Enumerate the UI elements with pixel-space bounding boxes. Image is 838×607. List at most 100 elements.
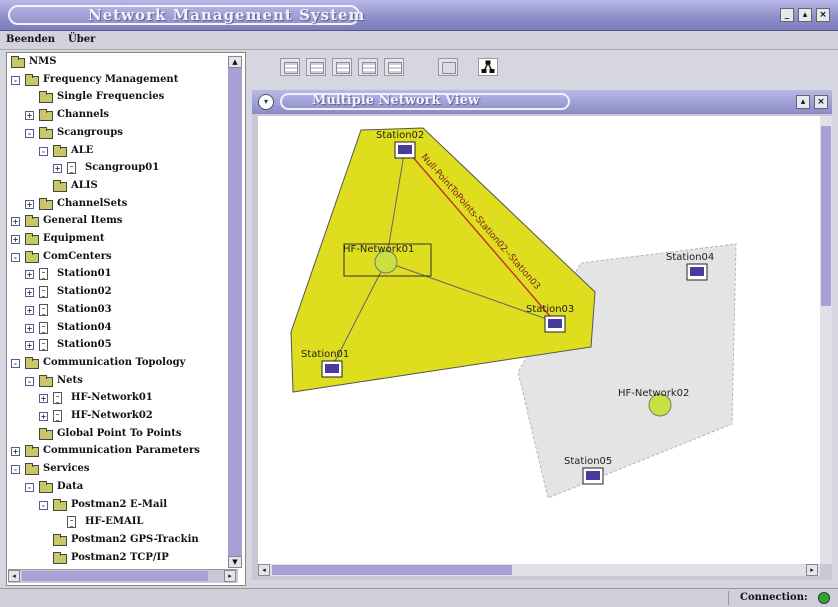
menu-beenden[interactable]: Beenden [6,34,55,45]
collapse-toggle-icon[interactable]: - [25,482,34,492]
canvas-scroll-right-button[interactable]: ▸ [806,564,818,576]
tree-item[interactable]: Postman2 GPS-Trackin [7,532,237,548]
tree-scroll-up-button[interactable]: ▲ [228,56,242,68]
canvas-vertical-scrollbar[interactable] [820,116,832,564]
tree-item-label: HF-EMAIL [85,516,144,528]
network-canvas[interactable]: Null-PointToPoints-Station02--Station03 … [258,116,820,564]
status-divider [728,591,729,605]
expand-toggle-icon[interactable]: + [25,270,34,280]
tree-item[interactable]: + Station05 [7,337,237,353]
tree-item[interactable]: + Station02 [7,284,237,300]
collapse-toggle-icon[interactable]: - [11,75,20,85]
canvas-hscroll-thumb[interactable] [272,565,512,575]
tree-item-label: Communication Topology [43,356,186,368]
tree-item[interactable]: Postman2 TCP/IP [7,550,237,566]
tree-item[interactable]: + Scangroup01 [7,160,237,176]
collapse-toggle-icon[interactable]: - [11,465,20,475]
tree-item[interactable]: + Station04 [7,320,237,336]
tree-item[interactable]: + Communication Parameters [7,443,237,459]
tree-item[interactable]: + Station03 [7,302,237,318]
tree-item-label: Postman2 GPS-Trackin [71,533,199,545]
canvas-scroll-left-button[interactable]: ◂ [258,564,270,576]
tree-item[interactable]: + Station01 [7,266,237,282]
folder-icon [39,197,53,210]
tree-hscroll-thumb[interactable] [22,571,208,581]
close-button[interactable]: × [816,8,830,22]
expand-toggle-icon[interactable]: + [11,447,20,457]
collapse-toggle-icon[interactable]: - [11,358,20,368]
tree-item[interactable]: - Frequency Management [7,72,237,88]
station03-label: Station03 [526,304,574,315]
tree-vertical-scrollbar[interactable] [228,56,242,568]
grid-view-4-button[interactable] [358,58,378,76]
tree-item[interactable]: - Scangroups [7,125,237,141]
folder-icon [25,250,39,263]
tree-item[interactable]: NMS [7,54,237,70]
canvas-vscroll-thumb[interactable] [821,126,831,306]
grid-view-3-button[interactable] [332,58,352,76]
expand-toggle-icon[interactable]: + [53,164,62,174]
table-icon [284,62,298,74]
tree-item[interactable]: + HF-Network02 [7,408,237,424]
expand-toggle-icon[interactable]: + [11,217,20,227]
expand-toggle-icon[interactable]: + [25,341,34,351]
tree-item[interactable]: + HF-Network01 [7,390,237,406]
network-view-button[interactable] [478,58,498,76]
tree-item[interactable]: + Equipment [7,231,237,247]
document-icon [39,268,48,281]
tree-item[interactable]: - Data [7,479,237,495]
tree-scroll-right-button[interactable]: ▸ [224,570,236,582]
tree-item-label: Station01 [57,268,112,280]
tree-item[interactable]: - Services [7,461,237,477]
expand-toggle-icon[interactable]: + [25,111,34,121]
tree-item[interactable]: - ALE [7,143,237,159]
collapse-toggle-icon[interactable]: - [39,146,48,156]
grid-view-5-button[interactable] [384,58,404,76]
cascade-windows-button[interactable] [438,58,458,76]
tree-item[interactable]: + General Items [7,213,237,229]
tree-horizontal-scrollbar[interactable]: ◂ ▸ [8,569,238,583]
inner-close-button[interactable]: × [814,95,828,109]
tree-item-label: Services [43,463,90,475]
hf-network01-label: HF-Network01 [343,244,414,255]
tree-item-label: Single Frequencies [57,91,165,103]
collapse-toggle-icon[interactable]: - [25,376,34,386]
window-title: Network Management System [88,6,366,24]
tree-item-label: Postman2 E-Mail [71,498,168,510]
expand-toggle-icon[interactable]: + [39,412,48,421]
grid-view-2-button[interactable] [306,58,326,76]
expand-toggle-icon[interactable]: + [11,235,20,244]
tree-item[interactable]: HF-EMAIL [7,514,237,530]
tree-item[interactable]: Single Frequencies [7,89,237,105]
collapse-toggle-icon[interactable]: - [11,252,20,262]
tree-item-label: Equipment [43,233,105,244]
tree-item[interactable]: - Postman2 E-Mail [7,497,237,513]
document-icon [39,286,48,299]
expand-toggle-icon[interactable]: + [39,394,48,404]
document-icon [67,516,76,529]
grid-view-1-button[interactable] [280,58,300,76]
tree-scroll-left-button[interactable]: ◂ [8,570,20,582]
tree-item[interactable]: - Communication Topology [7,355,237,371]
tree-item[interactable]: - ComCenters [7,249,237,265]
tree-item-label: Scangroup01 [85,162,160,174]
expand-toggle-icon[interactable]: + [25,288,34,298]
inner-maximize-button[interactable]: ▴ [796,95,810,109]
tree-item[interactable]: Global Point To Points [7,426,237,442]
inner-window-menu-button[interactable]: ▾ [258,94,274,110]
tree-item[interactable]: + Channels [7,107,237,123]
tree-item[interactable]: + ChannelSets [7,196,237,212]
expand-toggle-icon[interactable]: + [25,305,34,315]
collapse-toggle-icon[interactable]: - [25,128,34,138]
collapse-toggle-icon[interactable]: - [39,500,48,510]
tree-scroll-down-button[interactable]: ▼ [228,556,242,568]
tree-item[interactable]: ALIS [7,178,237,194]
canvas-horizontal-scrollbar[interactable]: ◂ ▸ [258,564,820,576]
tree-item[interactable]: - Nets [7,373,237,389]
expand-toggle-icon[interactable]: + [25,199,34,209]
minimize-button[interactable]: _ [780,8,794,22]
expand-toggle-icon[interactable]: + [25,323,34,333]
menu-uber[interactable]: Über [68,34,95,45]
inner-window-title-bar: ▾ Multiple Network View ▴ × [252,90,832,115]
maximize-button[interactable]: ▴ [798,8,812,22]
